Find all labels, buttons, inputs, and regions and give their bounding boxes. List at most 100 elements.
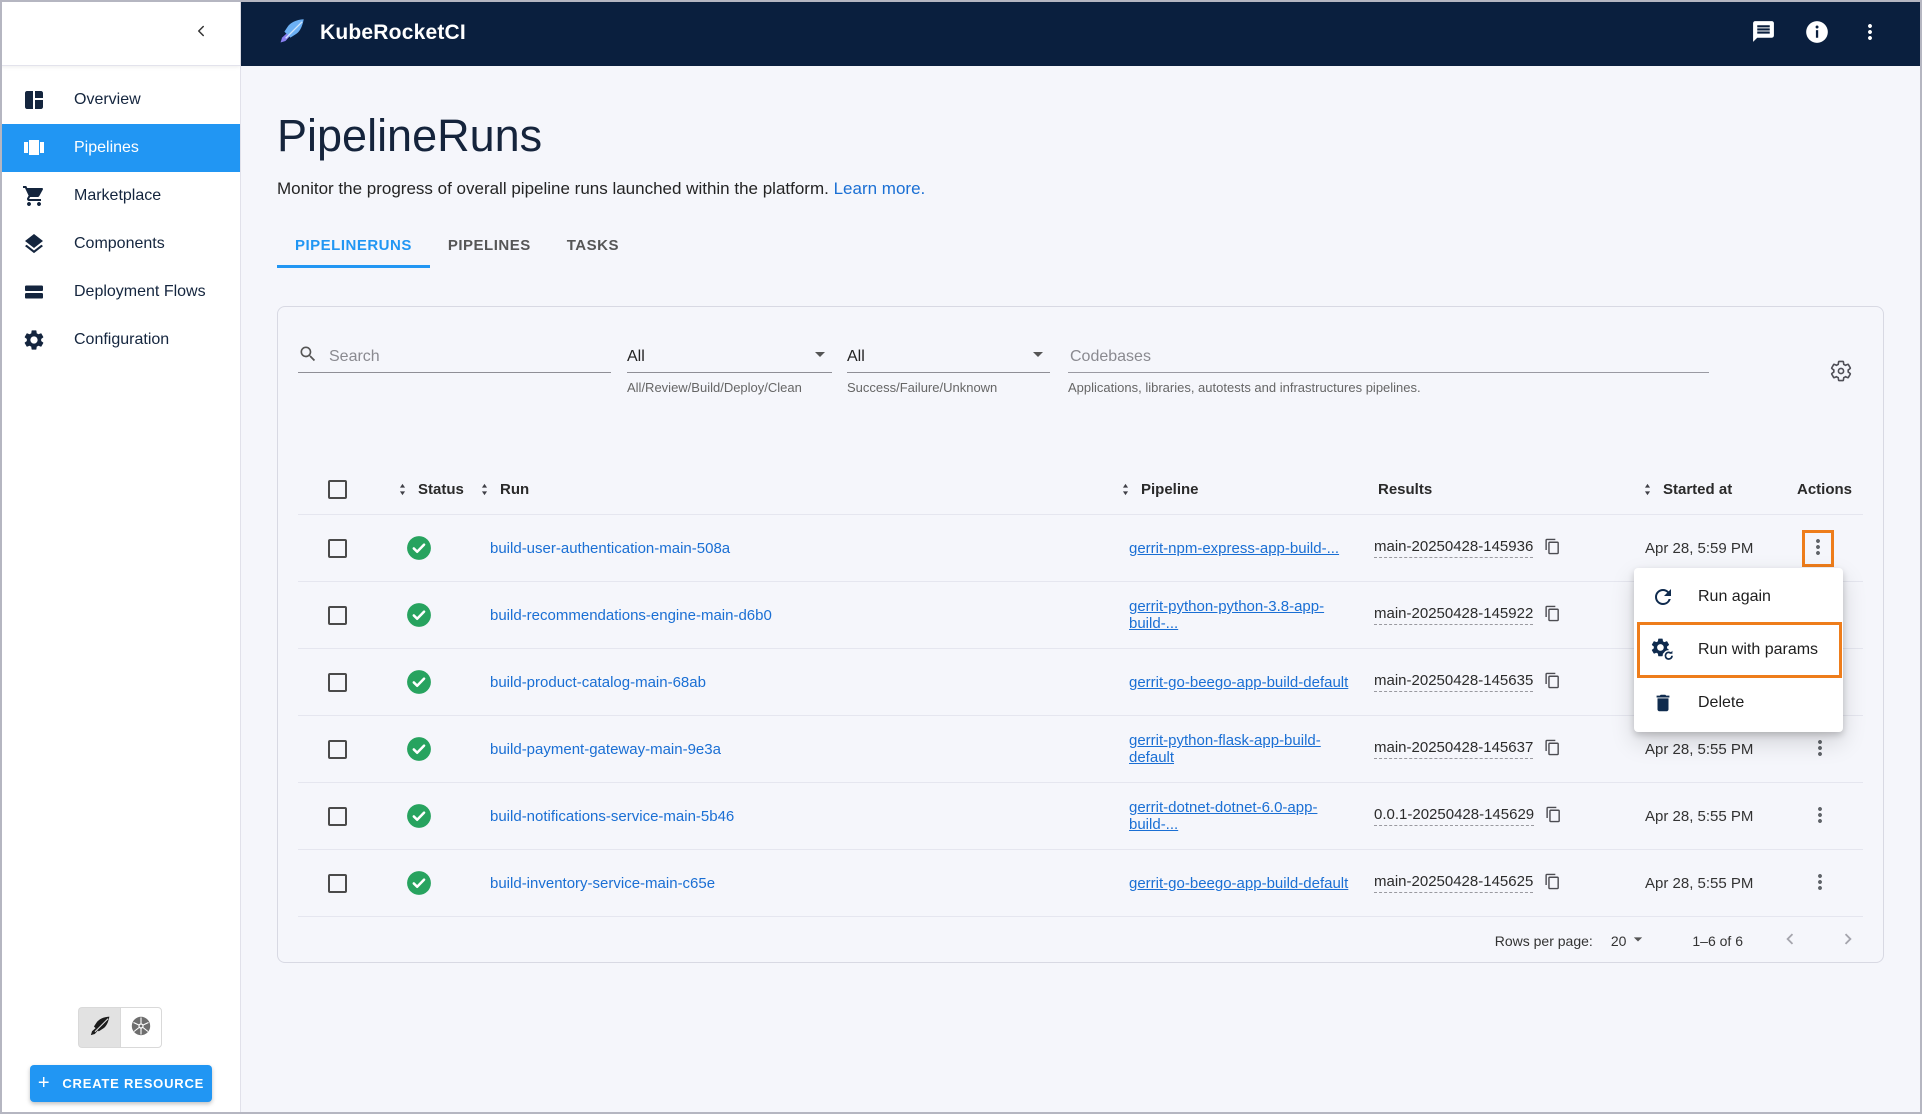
result-link[interactable]: main-20250428-145922 [1374, 605, 1533, 625]
pagination: Rows per page: 20 1–6 of 6 [278, 917, 1883, 964]
tab-pipelines[interactable]: PIPELINES [430, 225, 549, 268]
table-row: build-inventory-service-main-c65e gerrit-… [298, 850, 1863, 917]
copy-button[interactable] [1544, 605, 1561, 625]
copy-icon [1545, 806, 1562, 826]
sidebar-item-deployment-flows[interactable]: Deployment Flows [0, 268, 240, 316]
menu-item-label: Run with params [1698, 641, 1818, 659]
copy-button[interactable] [1544, 739, 1561, 759]
column-header-status[interactable]: Status [354, 481, 474, 498]
column-header-pipeline[interactable]: Pipeline [1109, 481, 1354, 498]
create-resource-button[interactable]: + CREATE RESOURCE [30, 1065, 212, 1102]
next-page-button[interactable] [1837, 928, 1859, 953]
brand: KubeRocketCI [277, 16, 466, 51]
pipeline-type-select[interactable]: All All/Review/Build/Deploy/Clean [627, 341, 832, 395]
sort-icon [476, 481, 493, 498]
refresh-icon [1651, 585, 1675, 609]
row-checkbox[interactable] [328, 740, 347, 759]
status-success-icon [406, 535, 432, 561]
rows-per-page-select[interactable]: 20 [1611, 929, 1649, 952]
row-actions-button[interactable] [1808, 803, 1832, 830]
pipeline-link[interactable]: gerrit-go-beego-app-build-default [1129, 674, 1348, 691]
tab-pipelineruns[interactable]: PIPELINERUNS [277, 225, 430, 268]
run-link[interactable]: build-inventory-service-main-c65e [490, 875, 715, 892]
copy-button[interactable] [1544, 873, 1561, 893]
kubernetes-view-toggle[interactable] [120, 1007, 162, 1048]
result-link[interactable]: main-20250428-145635 [1374, 672, 1533, 692]
codebases-input[interactable] [1068, 347, 1709, 367]
codebases-field: Applications, libraries, autotests and i… [1068, 341, 1709, 395]
menu-item-run-with-params[interactable]: Run with params [1637, 622, 1842, 678]
sidebar-item-overview[interactable]: Overview [0, 76, 240, 124]
run-link[interactable]: build-payment-gateway-main-9e3a [490, 741, 721, 758]
column-header-run[interactable]: Run [474, 481, 1109, 498]
row-checkbox[interactable] [328, 606, 347, 625]
column-header-started-at[interactable]: Started at [1619, 481, 1769, 498]
result-link[interactable]: 0.0.1-20250428-145629 [1374, 806, 1534, 826]
pipeline-link[interactable]: gerrit-python-flask-app-build-default [1129, 732, 1354, 766]
pipeline-link[interactable]: gerrit-npm-express-app-build-... [1129, 540, 1339, 557]
column-header-label: Actions [1797, 481, 1852, 498]
pipelines-icon [21, 135, 47, 161]
menu-item-delete[interactable]: Delete [1634, 680, 1843, 726]
sort-icon [1639, 481, 1656, 498]
more-vertical-icon [1858, 20, 1882, 47]
sidebar-collapse-button[interactable] [190, 20, 212, 45]
pipelineruns-table: StatusRunPipelineResultsStarted atAction… [298, 465, 1863, 917]
status-select[interactable]: All Success/Failure/Unknown [847, 341, 1050, 395]
sidebar-item-configuration[interactable]: Configuration [0, 316, 240, 364]
search-input[interactable] [327, 347, 611, 367]
sidebar-item-label: Overview [74, 91, 141, 109]
row-actions-button[interactable] [1806, 535, 1830, 562]
learn-more-link[interactable]: Learn more. [834, 179, 926, 198]
components-icon [21, 231, 47, 257]
more-vertical-icon [1808, 736, 1832, 763]
run-link[interactable]: build-user-authentication-main-508a [490, 540, 730, 557]
sidebar-item-components[interactable]: Components [0, 220, 240, 268]
overview-icon [21, 87, 47, 113]
sidebar-item-marketplace[interactable]: Marketplace [0, 172, 240, 220]
previous-page-button[interactable] [1779, 928, 1801, 953]
table-row: build-notifications-service-main-5b46 ger… [298, 783, 1863, 850]
pipeline-link[interactable]: gerrit-python-python-3.8-app-build-... [1129, 598, 1354, 632]
chat-button[interactable] [1751, 19, 1776, 47]
row-actions-button[interactable] [1808, 870, 1832, 897]
table-row: build-user-authentication-main-508a gerri… [298, 515, 1863, 582]
info-button[interactable] [1804, 19, 1830, 48]
sort-icon [394, 481, 411, 498]
chevron-left-icon [1779, 928, 1801, 953]
menu-item-run-again[interactable]: Run again [1634, 574, 1843, 620]
rocket-view-toggle[interactable] [78, 1007, 120, 1048]
page-title: PipelineRuns [277, 110, 1922, 162]
run-link[interactable]: build-product-catalog-main-68ab [490, 674, 706, 691]
select-all-checkbox[interactable] [328, 480, 347, 499]
pipeline-link[interactable]: gerrit-dotnet-dotnet-6.0-app-build-... [1129, 799, 1354, 833]
sidebar-item-pipelines[interactable]: Pipelines [0, 124, 240, 172]
menu-item-label: Delete [1698, 694, 1744, 712]
row-actions-button[interactable] [1808, 736, 1832, 763]
overflow-menu-button[interactable] [1858, 20, 1882, 47]
row-checkbox[interactable] [328, 673, 347, 692]
pipeline-link[interactable]: gerrit-go-beego-app-build-default [1129, 875, 1348, 892]
status-helper: Success/Failure/Unknown [847, 380, 1050, 395]
table-settings-button[interactable] [1829, 359, 1853, 386]
copy-icon [1544, 672, 1561, 692]
sidebar-nav: Overview Pipelines Marketplace Component… [0, 66, 240, 364]
result-link[interactable]: main-20250428-145936 [1374, 538, 1533, 558]
rocket-logo-icon [277, 16, 307, 51]
copy-button[interactable] [1544, 538, 1561, 558]
copy-button[interactable] [1545, 806, 1562, 826]
run-link[interactable]: build-recommendations-engine-main-d6b0 [490, 607, 772, 624]
column-header-label: Status [418, 481, 464, 498]
row-checkbox[interactable] [328, 874, 347, 893]
row-checkbox[interactable] [328, 539, 347, 558]
copy-button[interactable] [1544, 672, 1561, 692]
copy-icon [1544, 739, 1561, 759]
info-icon [1804, 19, 1830, 48]
rows-per-page-label: Rows per page: [1495, 933, 1593, 949]
row-checkbox[interactable] [328, 807, 347, 826]
top-bar-actions [1751, 19, 1922, 48]
result-link[interactable]: main-20250428-145637 [1374, 739, 1533, 759]
tab-tasks[interactable]: TASKS [549, 225, 637, 268]
result-link[interactable]: main-20250428-145625 [1374, 873, 1533, 893]
run-link[interactable]: build-notifications-service-main-5b46 [490, 808, 734, 825]
